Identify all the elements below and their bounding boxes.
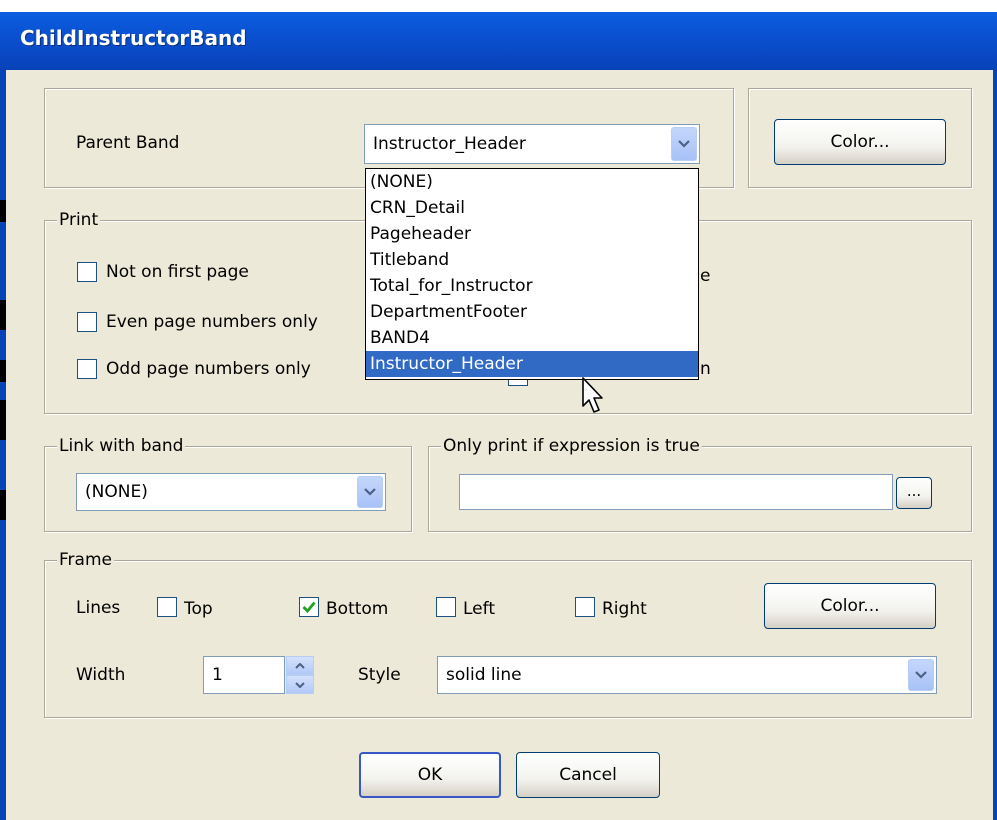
bottom-line-label: Bottom (326, 599, 389, 619)
width-value: 1 (212, 665, 223, 685)
cancel-button[interactable]: Cancel (516, 752, 660, 798)
parent-band-dropdown-list[interactable]: (NONE) CRN_Detail Pageheader Titleband Total… (365, 168, 699, 380)
print-option-partial-2: n (700, 359, 711, 379)
parent-band-label: Parent Band (76, 133, 180, 153)
chevron-down-icon[interactable] (671, 127, 697, 161)
link-band-value: (NONE) (85, 482, 148, 502)
dropdown-option[interactable]: (NONE) (366, 169, 698, 195)
link-band-select[interactable]: (NONE) (76, 473, 386, 511)
style-select[interactable]: solid line (437, 656, 937, 694)
print-legend: Print (57, 209, 101, 231)
style-label: Style (358, 665, 401, 685)
window-title: ChildInstructorBand (20, 26, 247, 50)
expression-browse-label: ... (906, 482, 922, 500)
parent-band-value: Instructor_Header (373, 134, 526, 154)
width-input[interactable]: 1 (203, 656, 285, 694)
dropdown-option[interactable]: CRN_Detail (366, 195, 698, 221)
not-first-page-checkbox[interactable] (77, 262, 97, 282)
frame-legend: Frame (57, 549, 114, 571)
dropdown-option[interactable]: Total_for_Instructor (366, 273, 698, 299)
chevron-up-icon (295, 663, 305, 669)
mouse-cursor-icon (582, 377, 603, 413)
dropdown-option[interactable]: Titleband (366, 247, 698, 273)
ok-button[interactable]: OK (359, 752, 501, 798)
spin-up-button[interactable] (286, 656, 314, 675)
spin-down-button[interactable] (286, 675, 314, 694)
parent-band-select[interactable]: Instructor_Header (364, 124, 700, 164)
chevron-down-icon (295, 682, 305, 688)
title-bar[interactable]: ChildInstructorBand (0, 12, 997, 70)
lines-label: Lines (76, 598, 121, 618)
band-color-button-label: Color... (830, 132, 890, 152)
not-first-page-label: Not on first page (106, 262, 249, 282)
odd-pages-checkbox[interactable] (77, 359, 97, 379)
cancel-button-label: Cancel (559, 765, 617, 785)
link-band-legend: Link with band (57, 435, 186, 457)
top-line-label: Top (184, 599, 213, 619)
ok-button-label: OK (417, 765, 443, 785)
expression-input[interactable] (459, 474, 893, 510)
dropdown-option[interactable]: BAND4 (366, 325, 698, 351)
print-option-partial-1: e (700, 266, 711, 286)
dropdown-option[interactable]: DepartmentFooter (366, 299, 698, 325)
expression-legend: Only print if expression is true (441, 435, 702, 457)
dropdown-option[interactable]: Instructor_Header (366, 351, 698, 377)
expression-browse-button[interactable]: ... (896, 477, 932, 509)
window-left-border (0, 70, 6, 820)
band-color-button[interactable]: Color... (774, 119, 946, 165)
even-pages-checkbox[interactable] (77, 312, 97, 332)
frame-color-button[interactable]: Color... (764, 583, 936, 629)
window-right-border (993, 70, 997, 820)
dropdown-option[interactable]: Pageheader (366, 221, 698, 247)
checkmark-icon (302, 601, 316, 614)
frame-color-button-label: Color... (820, 596, 880, 616)
even-pages-label: Even page numbers only (106, 312, 318, 332)
bottom-line-checkbox[interactable] (299, 597, 319, 617)
left-line-label: Left (463, 599, 495, 619)
odd-pages-label: Odd page numbers only (106, 359, 311, 379)
style-value: solid line (446, 665, 522, 685)
left-line-checkbox[interactable] (436, 597, 456, 617)
right-line-label: Right (602, 599, 647, 619)
top-line-checkbox[interactable] (157, 597, 177, 617)
chevron-down-icon[interactable] (357, 476, 383, 508)
background-strip (0, 0, 997, 12)
right-line-checkbox[interactable] (575, 597, 595, 617)
width-spinner[interactable] (286, 656, 314, 694)
chevron-down-icon[interactable] (908, 659, 934, 691)
width-label: Width (76, 665, 126, 685)
